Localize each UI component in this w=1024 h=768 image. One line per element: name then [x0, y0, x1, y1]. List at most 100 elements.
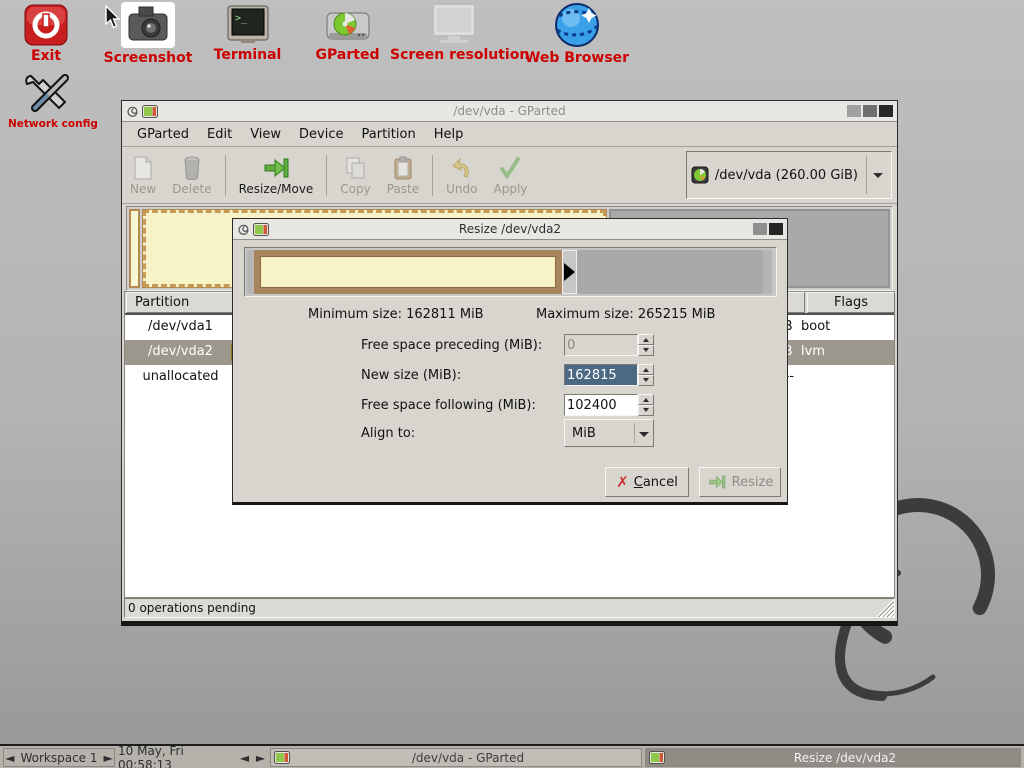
task-label: /dev/vda - GParted [295, 751, 641, 765]
workspace-label: Workspace 1 [20, 751, 97, 765]
desktop-icon-label: GParted [310, 47, 385, 63]
power-icon [24, 4, 68, 46]
pager-prev-button[interactable]: ◄ [237, 748, 252, 767]
copy-button[interactable]: Copy [332, 148, 378, 203]
menu-partition[interactable]: Partition [353, 124, 425, 145]
workspace-prev-icon[interactable]: ◄ [5, 751, 14, 765]
slider-partition-area[interactable] [254, 250, 562, 294]
flags-value: lvm [801, 344, 825, 359]
align-label: Align to: [361, 426, 415, 441]
svg-text:>_: >_ [235, 13, 248, 24]
toolbar-separator [225, 155, 226, 196]
monitor-icon [428, 3, 480, 45]
taskbar-task-resize-dialog[interactable]: Resize /dev/vda2 [645, 748, 1021, 767]
maximum-size-label: Maximum size: 265215 MiB [536, 307, 715, 322]
new-size-input[interactable] [564, 364, 638, 386]
new-size-label: New size (MiB): [361, 368, 461, 383]
maximize-button[interactable] [753, 223, 767, 235]
dialog-titlebar[interactable]: Resize /dev/vda2 [233, 219, 787, 240]
apply-label: Apply [494, 182, 528, 196]
status-text: 0 operations pending [128, 601, 256, 615]
column-header-flags[interactable]: Flags [807, 292, 895, 313]
combo-separator [866, 156, 867, 194]
slider-right-handle[interactable] [562, 250, 577, 294]
toolbar-separator [432, 155, 433, 196]
partition-name: unallocated [125, 369, 236, 384]
desktop-icon-terminal[interactable]: >_ Terminal [205, 5, 290, 63]
main-titlebar[interactable]: /dev/vda - GParted [122, 101, 897, 122]
status-bar: 0 operations pending [124, 598, 895, 618]
close-button[interactable] [769, 223, 783, 235]
device-combo[interactable]: /dev/vda (260.00 GiB) [686, 151, 892, 199]
paste-button[interactable]: Paste [379, 148, 427, 203]
cancel-button[interactable]: ✗ Cancel [605, 467, 689, 497]
desktop-icon-label: Exit [14, 48, 78, 64]
visual-partition-vda1[interactable] [129, 209, 140, 288]
desktop-icon-label: Screen resolution [390, 47, 518, 63]
minimum-size-label: Minimum size: 162811 MiB [308, 307, 484, 322]
desktop-icon-label: Screenshot [100, 50, 196, 66]
resize-dialog: Resize /dev/vda2 Minimum size: 162811 Mi… [232, 218, 788, 505]
menu-device[interactable]: Device [290, 124, 352, 145]
partition-name: /dev/vda2 [125, 344, 236, 359]
desktop-icon-exit[interactable]: Exit [14, 4, 78, 64]
spin-up-icon [643, 335, 649, 342]
menu-edit[interactable]: Edit [198, 124, 241, 145]
maximize-button[interactable] [863, 105, 877, 117]
workspace-switcher[interactable]: ◄ Workspace 1 ► [3, 748, 115, 767]
resize-grip[interactable] [876, 599, 894, 617]
paste-label: Paste [387, 182, 419, 196]
spin-down-icon [643, 408, 649, 415]
apply-check-icon [498, 156, 522, 180]
cancel-x-icon: ✗ [616, 475, 629, 490]
minimize-button[interactable] [847, 105, 861, 117]
tools-icon [21, 70, 75, 116]
resize-move-button[interactable]: Resize/Move [231, 148, 322, 203]
preceding-input[interactable] [564, 334, 638, 356]
align-dropdown[interactable]: MiB [564, 419, 654, 447]
resize-move-icon [263, 156, 289, 180]
taskbar-clock: 10 May, Fri 00:58:13 [118, 748, 234, 767]
globe-icon [551, 2, 603, 48]
desktop-icon-web-browser[interactable]: Web Browser [522, 2, 632, 66]
menu-view[interactable]: View [241, 124, 290, 145]
toolbar: New Delete Resize/Move Copy [122, 148, 897, 204]
following-input[interactable] [564, 394, 638, 416]
device-combo-value: /dev/vda (260.00 GiB) [709, 168, 864, 183]
new-size-spinner[interactable] [638, 364, 654, 386]
desktop-icon-gparted[interactable]: GParted [310, 7, 385, 63]
device-disk-icon [691, 166, 709, 184]
spin-down-icon [643, 348, 649, 355]
slider-free-space-area[interactable] [577, 250, 763, 294]
menu-gparted[interactable]: GParted [128, 124, 198, 145]
gparted-disk-icon [325, 7, 371, 45]
following-spinner[interactable] [638, 394, 654, 416]
undo-icon [451, 156, 473, 180]
delete-button[interactable]: Delete [164, 148, 219, 203]
preceding-spinner[interactable] [638, 334, 654, 356]
resize-button[interactable]: Resize [699, 467, 781, 497]
desktop-icon-network-config[interactable]: Network config [8, 70, 88, 130]
resize-move-label: Resize/Move [239, 182, 314, 196]
undo-button[interactable]: Undo [438, 148, 485, 203]
copy-label: Copy [340, 182, 370, 196]
toolbar-separator [326, 155, 327, 196]
delete-label: Delete [172, 182, 211, 196]
workspace-next-icon[interactable]: ► [104, 751, 113, 765]
cancel-label-rest: ancel [643, 475, 678, 490]
close-button[interactable] [879, 105, 893, 117]
paste-clipboard-icon [393, 156, 413, 180]
task-label: Resize /dev/vda2 [670, 751, 1020, 765]
new-label: New [130, 182, 156, 196]
pager-next-button[interactable]: ► [253, 748, 268, 767]
desktop-icon-screen-resolution[interactable]: Screen resolution [390, 3, 518, 63]
taskbar-task-gparted[interactable]: /dev/vda - GParted [270, 748, 642, 767]
header-label: Partition [135, 295, 189, 310]
chevron-down-icon [639, 432, 649, 442]
following-label: Free space following (MiB): [361, 398, 536, 413]
new-button[interactable]: New [122, 148, 164, 203]
apply-button[interactable]: Apply [486, 148, 536, 203]
chevron-down-icon [873, 173, 883, 183]
menu-help[interactable]: Help [425, 124, 473, 145]
desktop-icon-label: Terminal [205, 47, 290, 63]
